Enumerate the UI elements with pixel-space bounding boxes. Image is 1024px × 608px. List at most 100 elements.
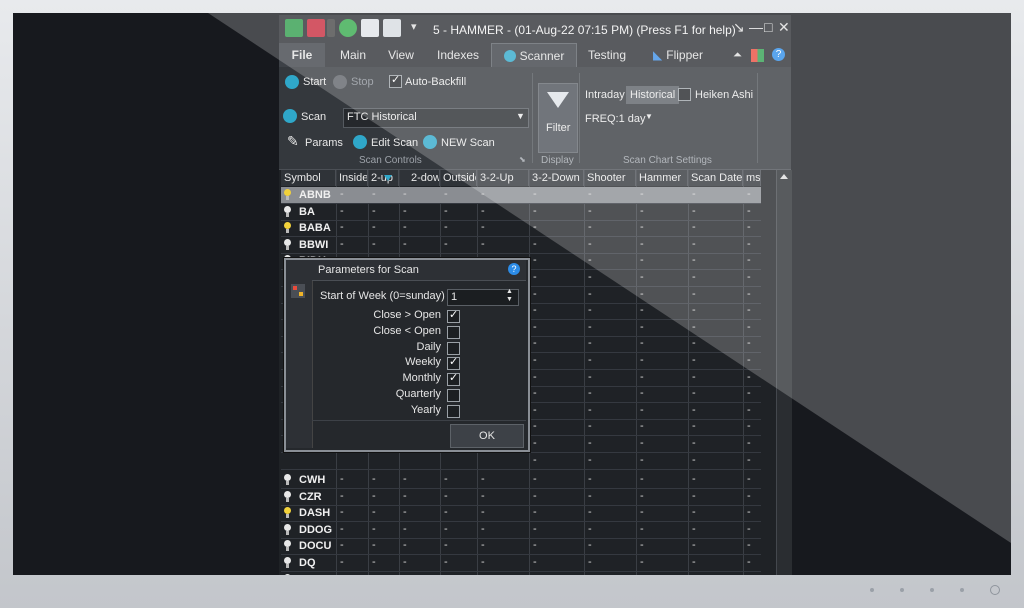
historical-button[interactable]: Historical — [626, 86, 680, 104]
table-row[interactable]: DASH - - - - - - - - - - — [281, 505, 761, 523]
app-logo-icon[interactable] — [285, 19, 303, 37]
table-row[interactable]: CWH - - - - - - - - - - — [281, 472, 761, 489]
screen: ▾ 5 - HAMMER - (01-Aug-22 07:15 PM) (Pre… — [13, 13, 1011, 575]
dialog-launcher-icon[interactable]: ⬊ — [519, 155, 526, 164]
table-cell: - — [692, 254, 696, 266]
monitor-button[interactable] — [900, 588, 904, 592]
lightbulb-icon — [284, 540, 291, 548]
start-button[interactable]: Start — [303, 76, 326, 88]
option-checkbox[interactable]: ✓ — [447, 372, 460, 387]
chevron-down-icon[interactable] — [327, 19, 335, 37]
table-cell: - — [692, 271, 696, 283]
restore-down-icon[interactable]: ↘ — [733, 20, 745, 34]
maximize-icon[interactable]: □ — [764, 20, 772, 34]
table-cell: - — [403, 221, 407, 233]
table-cell: - — [747, 506, 751, 519]
table-row[interactable]: ----- — [281, 453, 761, 470]
table-cell: - — [533, 556, 537, 568]
table-cell: - — [692, 337, 696, 350]
table-cell: - — [533, 320, 537, 333]
tab-scanner[interactable]: Scanner — [491, 43, 577, 68]
table-cell: - — [747, 473, 751, 485]
tab-view[interactable]: View — [379, 43, 423, 67]
table-cell: - — [533, 387, 537, 400]
table-cell: - — [747, 188, 751, 200]
filter-label: Filter — [546, 122, 571, 134]
color-theme-icon[interactable] — [751, 49, 764, 62]
option-checkbox[interactable] — [447, 325, 460, 339]
tab-indexes[interactable]: Indexes — [429, 43, 487, 67]
table-cell: - — [403, 506, 407, 519]
start-of-week-stepper[interactable]: 1 ▲ ▼ — [447, 288, 519, 306]
column-header[interactable]: 3-2-Up — [477, 170, 529, 186]
table-row[interactable]: BABA - - - - - - - - - - — [281, 220, 761, 237]
column-header[interactable]: 3-2-Down — [529, 170, 584, 186]
tab-file[interactable]: File — [279, 43, 325, 67]
column-header[interactable]: Shooter — [584, 170, 636, 186]
power-icon[interactable] — [990, 585, 1000, 595]
filter-button[interactable]: Filter — [538, 83, 578, 153]
column-header[interactable]: Inside — [336, 170, 368, 186]
chevron-down-icon[interactable]: ▼ — [645, 112, 653, 121]
table-cell: - — [588, 403, 592, 416]
divider — [532, 73, 533, 163]
close-icon[interactable]: ✕ — [778, 20, 790, 34]
minimize-icon[interactable]: — — [749, 20, 763, 34]
help-icon[interactable]: ? — [508, 263, 520, 275]
help-icon[interactable]: ? — [772, 48, 785, 61]
table-cell: - — [533, 254, 537, 266]
spin-up-icon[interactable]: ▲ — [506, 288, 513, 295]
tab-testing[interactable]: Testing — [581, 43, 633, 67]
table-cell: - — [533, 420, 537, 433]
column-header[interactable]: Symbol — [281, 170, 336, 186]
ok-button[interactable]: OK — [450, 424, 524, 448]
table-cell: - — [692, 489, 696, 502]
column-header[interactable]: ms — [743, 170, 761, 186]
table-row[interactable]: DQ - - - - - - - - - - — [281, 555, 761, 572]
notepad-icon[interactable] — [361, 19, 379, 37]
table-cell: - — [640, 420, 644, 433]
monitor-button[interactable] — [930, 588, 934, 592]
table-cell: - — [692, 320, 696, 333]
auto-backfill-checkbox[interactable]: ✓ — [389, 74, 402, 88]
option-checkbox[interactable] — [447, 404, 460, 418]
option-checkbox[interactable]: ✓ — [447, 356, 460, 371]
table-cell: - — [692, 556, 696, 568]
new-scan-button[interactable]: NEW Scan — [441, 137, 495, 149]
monitor-button[interactable] — [960, 588, 964, 592]
option-checkbox[interactable] — [447, 341, 460, 355]
table-row[interactable]: EOG - - - - - - - - - - — [281, 572, 761, 575]
heiken-ashi-checkbox[interactable] — [678, 88, 691, 101]
column-header[interactable]: 2-down — [399, 170, 440, 186]
freq-dropdown[interactable]: FREQ:1 day — [585, 113, 646, 125]
record-icon[interactable] — [339, 19, 357, 37]
edit-scan-button[interactable]: Edit Scan — [371, 137, 418, 149]
table-row[interactable]: ABNB - - - - - - - - - - — [281, 187, 761, 204]
table-row[interactable]: CZR - - - - - - - - - - — [281, 489, 761, 506]
intraday-button[interactable]: Intraday — [585, 89, 625, 101]
column-header[interactable]: Hammer — [636, 170, 688, 186]
option-checkbox[interactable] — [447, 389, 460, 402]
table-row[interactable]: BBWI - - - - - - - - - - — [281, 237, 761, 254]
scroll-up-icon[interactable] — [780, 174, 788, 179]
customize-quick-access-icon[interactable]: ▾ — [411, 20, 417, 34]
tab-flipper[interactable]: ◣ Flipper — [643, 43, 713, 67]
pin-icon[interactable] — [307, 19, 325, 37]
params-button[interactable]: Params — [305, 137, 343, 149]
stop-button[interactable]: Stop — [351, 76, 374, 88]
table-row[interactable]: BA - - - - - - - - - - — [281, 204, 761, 221]
table-row[interactable]: DDOG - - - - - - - - - - — [281, 522, 761, 539]
monitor-button[interactable] — [870, 588, 874, 592]
column-header[interactable]: Scan Date — [688, 170, 743, 186]
table-cell: - — [692, 370, 696, 383]
calendar-icon[interactable] — [383, 19, 401, 37]
table-row[interactable]: DOCU - - - - - - - - - - — [281, 538, 761, 556]
vertical-scrollbar[interactable] — [776, 170, 792, 575]
option-checkbox[interactable]: ✓ — [447, 309, 460, 323]
scan-select[interactable]: FTC Historical ▼ — [343, 108, 529, 128]
tab-main[interactable]: Main — [331, 43, 375, 67]
column-header[interactable]: Outside — [440, 170, 477, 186]
spin-down-icon[interactable]: ▼ — [506, 296, 513, 303]
collapse-ribbon-icon[interactable]: ⏶ — [733, 48, 742, 62]
lightbulb-icon — [284, 490, 291, 498]
